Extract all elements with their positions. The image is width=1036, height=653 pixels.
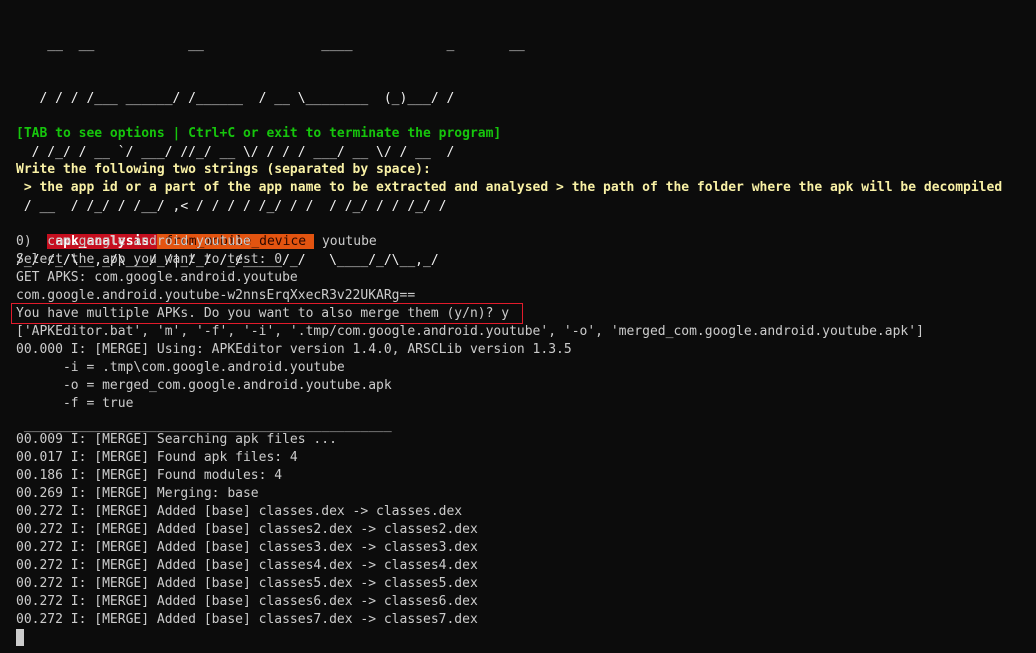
tab-hint: [TAB to see options | Ctrl+C or exit to … bbox=[16, 126, 502, 141]
output-line: 00.272 I: [MERGE] Added [base] classes.d… bbox=[16, 504, 463, 519]
prompt-input: youtube bbox=[314, 234, 377, 249]
terminal-window[interactable]: __ __ __ ____ _ __ / / / /___ ______/ /_… bbox=[0, 0, 1036, 653]
output-line: 00.017 I: [MERGE] Found apk files: 4 bbox=[16, 450, 298, 465]
output-line: -o = merged_com.google.android.youtube.a… bbox=[16, 378, 392, 393]
highlight-box bbox=[11, 303, 523, 324]
instruction-title: Write the following two strings (separat… bbox=[16, 162, 431, 177]
output-line: 00.269 I: [MERGE] Merging: base bbox=[16, 486, 259, 501]
output-line: -f = true bbox=[16, 396, 134, 411]
output-line: 00.272 I: [MERGE] Added [base] classes5.… bbox=[16, 576, 478, 591]
output-line: 00.009 I: [MERGE] Searching apk files ..… bbox=[16, 432, 337, 447]
ascii-banner-line: / __ / /_/ / /__/ ,< / / / / /_/ / / / /… bbox=[16, 199, 447, 214]
output-line: Select the app you want to test: 0 bbox=[16, 252, 283, 267]
output-line: 00.272 I: [MERGE] Added [base] classes6.… bbox=[16, 594, 478, 609]
output-line: 00.272 I: [MERGE] Added [base] classes4.… bbox=[16, 558, 478, 573]
instruction-detail: > the app id or a part of the app name t… bbox=[16, 180, 1003, 195]
output-line: 00.272 I: [MERGE] Added [base] classes7.… bbox=[16, 612, 478, 627]
prompt-line[interactable]: apk_analysis from_mobile_device youtube bbox=[16, 215, 377, 249]
output-line: 00.000 I: [MERGE] Using: APKEditor versi… bbox=[16, 342, 572, 357]
ascii-banner-line: / /_/ / __ `/ ___/ //_/ __ \/ / / / ___/… bbox=[16, 145, 455, 160]
ascii-banner-line: / / / /___ ______/ /______ / __ \_______… bbox=[16, 91, 455, 106]
ascii-banner-line: __ __ __ ____ _ __ bbox=[16, 37, 525, 52]
output-line: ['APKEditor.bat', 'm', '-f', '-i', '.tmp… bbox=[16, 324, 924, 339]
output-line: -i = .tmp\com.google.android.youtube bbox=[16, 360, 345, 375]
output-line: 00.272 I: [MERGE] Added [base] classes3.… bbox=[16, 540, 478, 555]
output-line: GET APKS: com.google.android.youtube bbox=[16, 270, 298, 285]
output-line: 0) com.google.android.youtube bbox=[16, 234, 251, 249]
output-line: 00.186 I: [MERGE] Found modules: 4 bbox=[16, 468, 283, 483]
output-line: 00.272 I: [MERGE] Added [base] classes2.… bbox=[16, 522, 478, 537]
text-cursor bbox=[16, 629, 24, 646]
